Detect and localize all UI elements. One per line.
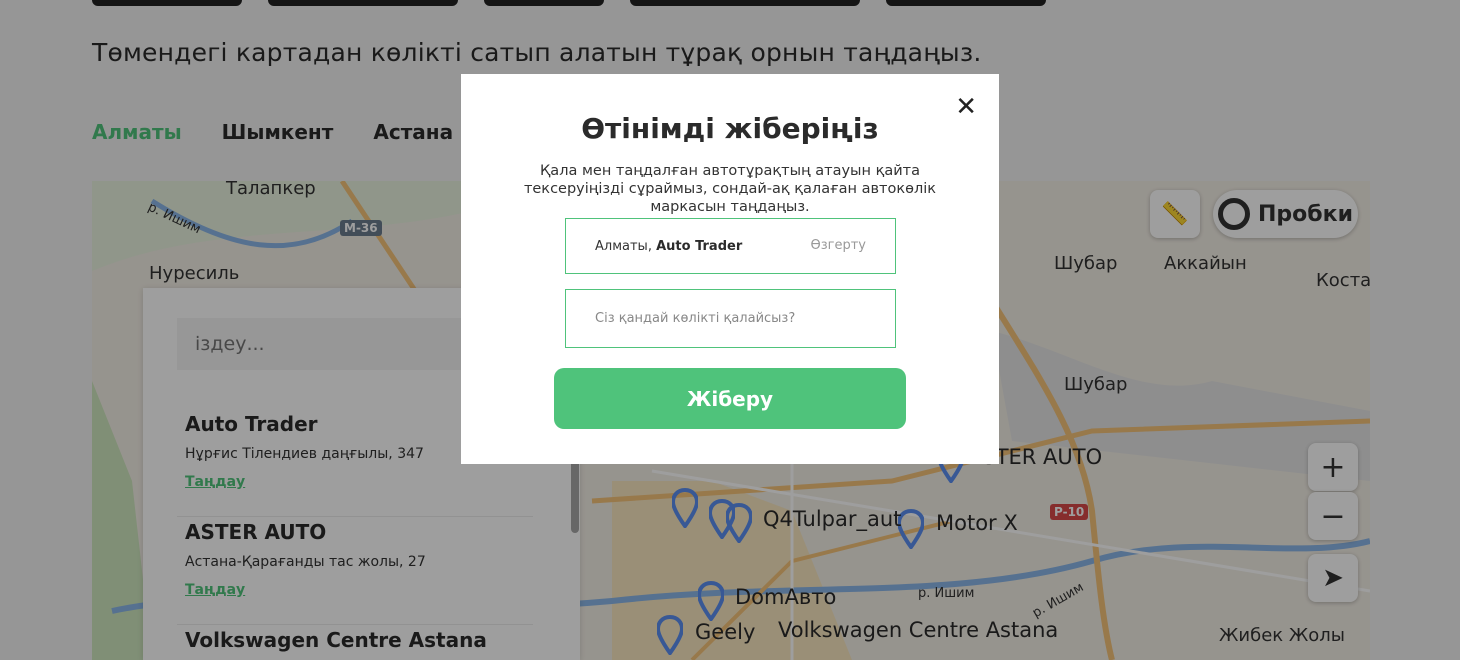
submit-button[interactable]: Жіберу xyxy=(554,368,906,429)
selected-dealer: Auto Trader xyxy=(656,238,743,254)
modal-description: Қала мен таңдалған автотұрақтың атауын қ… xyxy=(523,163,937,215)
request-modal: ✕ Өтінімді жіберіңіз Қала мен таңдалған … xyxy=(461,74,999,464)
change-dealer-link[interactable]: Өзгерту xyxy=(811,238,867,253)
desired-car-input[interactable] xyxy=(565,289,896,348)
selected-city: Алматы, xyxy=(595,238,652,254)
selected-dealer-field: Алматы, Auto Trader Өзгерту xyxy=(565,218,896,274)
modal-title: Өтінімді жіберіңіз xyxy=(581,112,879,145)
